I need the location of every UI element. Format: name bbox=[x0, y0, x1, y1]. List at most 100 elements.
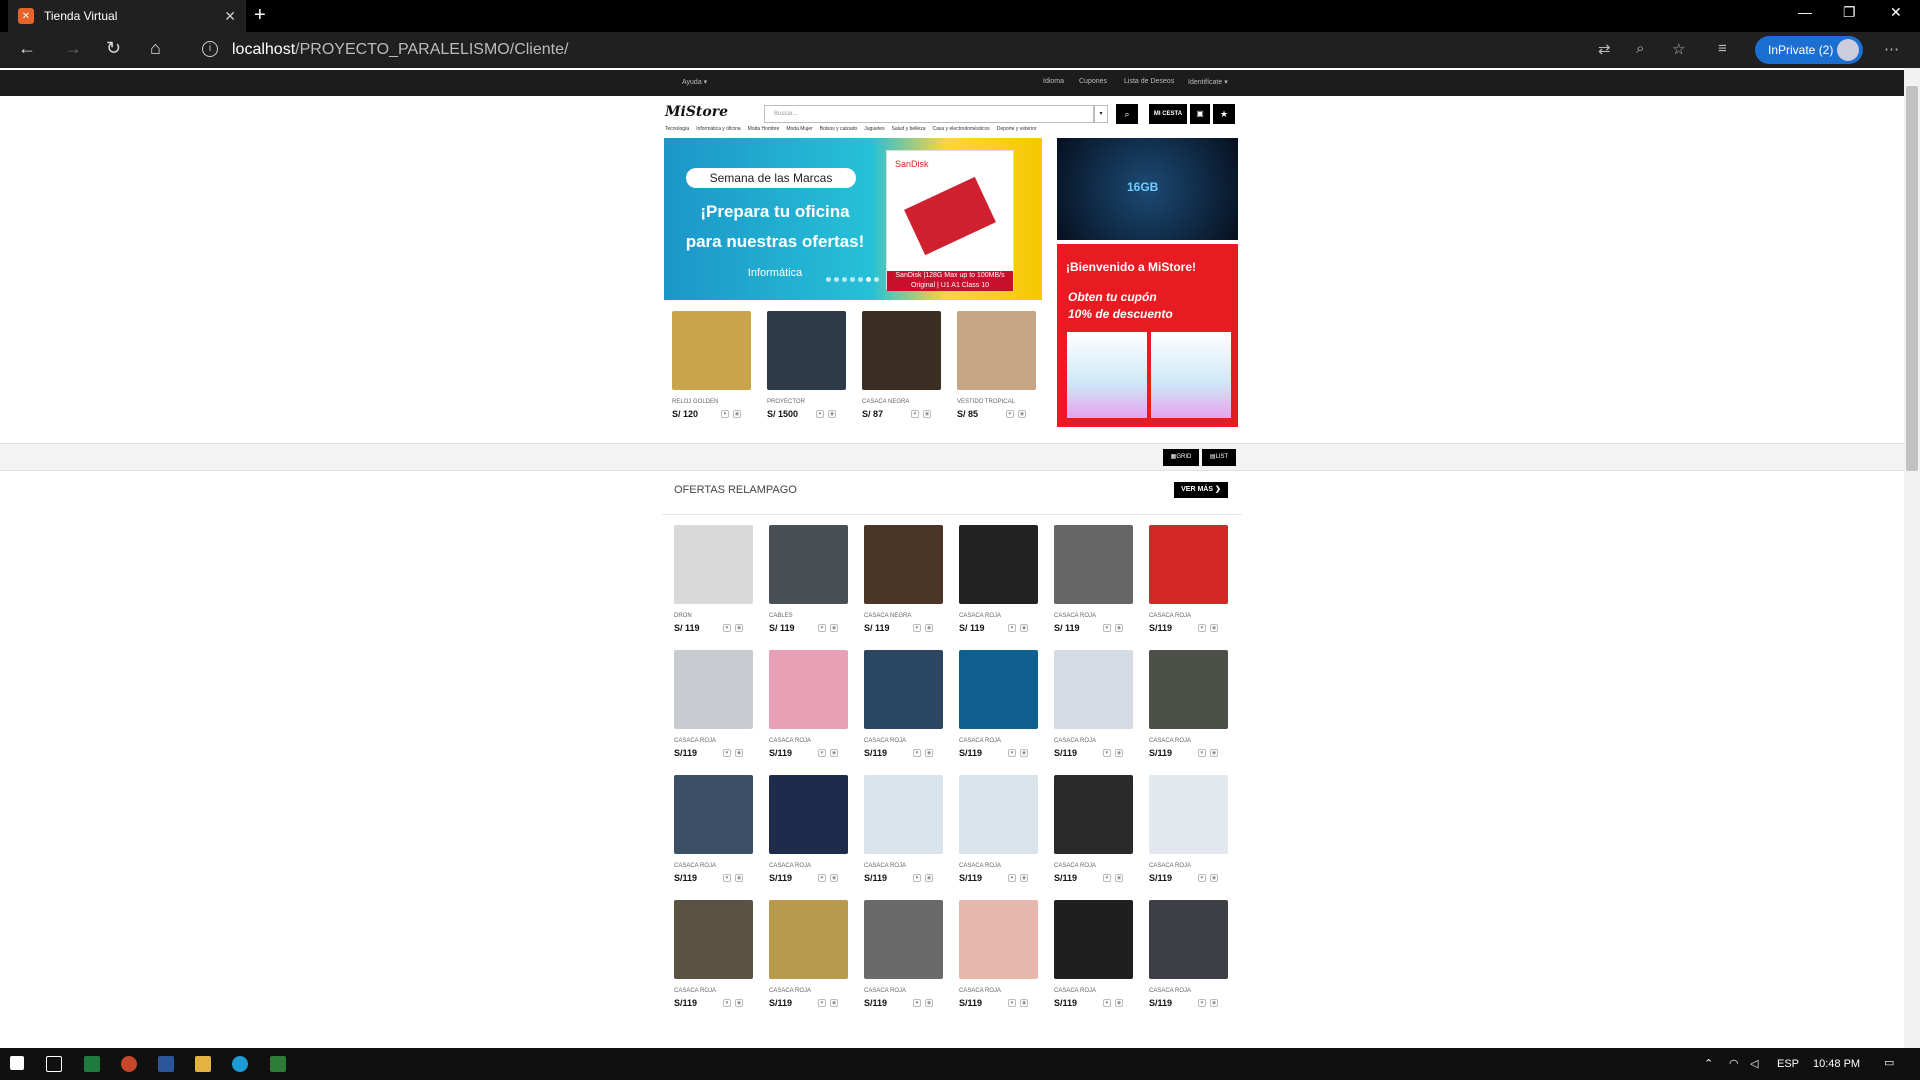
favorite-star-icon[interactable]: ☆ bbox=[1672, 40, 1685, 58]
category-link[interactable]: Salud y belleza bbox=[892, 126, 926, 132]
wishlist-heart-icon[interactable]: ♥ bbox=[1198, 749, 1206, 757]
quick-view-icon[interactable]: ◉ bbox=[735, 999, 743, 1007]
wifi-icon[interactable]: ◠ bbox=[1729, 1057, 1739, 1070]
wishlist-heart-icon[interactable]: ♥ bbox=[1008, 624, 1016, 632]
wishlist-heart-icon[interactable]: ♥ bbox=[913, 749, 921, 757]
edge-icon[interactable] bbox=[232, 1056, 248, 1072]
product-name[interactable]: CASACA ROJA bbox=[1149, 863, 1191, 869]
wishlist-heart-icon[interactable]: ♥ bbox=[818, 749, 826, 757]
favorites-icon[interactable]: ≡ bbox=[1718, 40, 1727, 57]
wishlist-heart-icon[interactable]: ♥ bbox=[1008, 999, 1016, 1007]
store-logo[interactable]: MiStore bbox=[665, 104, 728, 120]
see-more-button[interactable]: VER MÁS ❯ bbox=[1174, 482, 1228, 498]
product-image[interactable] bbox=[1054, 775, 1133, 854]
search-button[interactable]: ⌕ bbox=[1116, 104, 1138, 124]
quick-view-icon[interactable]: ◉ bbox=[735, 749, 743, 757]
grid-view-button[interactable]: ▦GRID bbox=[1163, 449, 1199, 466]
wishlist-heart-icon[interactable]: ♥ bbox=[911, 410, 919, 418]
scrollbar-thumb[interactable] bbox=[1906, 86, 1918, 471]
product-name[interactable]: CASACA NEGRA bbox=[864, 613, 911, 619]
memory-chip-banner[interactable]: 16GB bbox=[1057, 138, 1238, 240]
wishlist-heart-icon[interactable]: ♥ bbox=[818, 999, 826, 1007]
login-menu[interactable]: Identifícate ▾ bbox=[1188, 78, 1228, 86]
quick-view-icon[interactable]: ◉ bbox=[828, 410, 836, 418]
product-name[interactable]: CASACA ROJA bbox=[1054, 613, 1096, 619]
wishlist-heart-icon[interactable]: ♥ bbox=[818, 874, 826, 882]
quick-view-icon[interactable]: ◉ bbox=[830, 624, 838, 632]
wishlist-heart-icon[interactable]: ♥ bbox=[1103, 624, 1111, 632]
product-image[interactable] bbox=[1149, 525, 1228, 604]
translate-icon[interactable]: ⇄ bbox=[1598, 40, 1611, 58]
help-menu[interactable]: Ayuda ▾ bbox=[682, 78, 707, 86]
product-name[interactable]: CASACA ROJA bbox=[1054, 863, 1096, 869]
inprivate-button[interactable]: InPrivate (2) bbox=[1755, 36, 1863, 64]
product-name[interactable]: CASACA ROJA bbox=[1054, 988, 1096, 994]
new-tab-icon[interactable]: + bbox=[254, 4, 266, 27]
refresh-icon[interactable]: ↻ bbox=[106, 38, 121, 59]
language-link[interactable]: Idioma bbox=[1043, 78, 1064, 85]
product-name[interactable]: CASACA ROJA bbox=[959, 863, 1001, 869]
wishlist-heart-icon[interactable]: ♥ bbox=[723, 749, 731, 757]
product-image[interactable] bbox=[1149, 650, 1228, 729]
quick-view-icon[interactable]: ◉ bbox=[735, 624, 743, 632]
tray-chevron-icon[interactable]: ⌃ bbox=[1704, 1057, 1713, 1070]
category-link[interactable]: Casa y electrodomésticos bbox=[933, 126, 990, 132]
product-name[interactable]: CASACA ROJA bbox=[864, 988, 906, 994]
product-name[interactable]: CASACA ROJA bbox=[769, 738, 811, 744]
quick-view-icon[interactable]: ◉ bbox=[925, 624, 933, 632]
wishlist-heart-icon[interactable]: ♥ bbox=[913, 624, 921, 632]
list-view-button[interactable]: ▤LIST bbox=[1202, 449, 1236, 466]
product-image[interactable] bbox=[862, 311, 941, 390]
cart-button[interactable]: MI CESTA bbox=[1149, 104, 1187, 124]
wishlist-heart-icon[interactable]: ♥ bbox=[1103, 999, 1111, 1007]
quick-view-icon[interactable]: ◉ bbox=[925, 999, 933, 1007]
forward-icon[interactable]: → bbox=[64, 38, 82, 59]
quick-view-icon[interactable]: ◉ bbox=[1020, 624, 1028, 632]
wishlist-heart-icon[interactable]: ♥ bbox=[818, 624, 826, 632]
product-image[interactable] bbox=[957, 311, 1036, 390]
zoom-icon[interactable]: ⌕ bbox=[1636, 40, 1644, 57]
product-image[interactable] bbox=[959, 775, 1038, 854]
product-name[interactable]: CASACA ROJA bbox=[959, 988, 1001, 994]
wishlist-heart-icon[interactable]: ♥ bbox=[721, 410, 729, 418]
product-image[interactable] bbox=[1149, 775, 1228, 854]
windows-start-icon[interactable] bbox=[10, 1056, 24, 1070]
product-name[interactable]: RELOJ GOLDEN bbox=[672, 399, 718, 405]
coupons-link[interactable]: Cupones bbox=[1079, 78, 1107, 85]
restore-icon[interactable]: ❐ bbox=[1843, 4, 1856, 21]
product-name[interactable]: PROYECTOR bbox=[767, 399, 805, 405]
quick-view-icon[interactable]: ◉ bbox=[830, 749, 838, 757]
quick-view-icon[interactable]: ◉ bbox=[923, 410, 931, 418]
product-image[interactable] bbox=[769, 775, 848, 854]
category-link[interactable]: Moda Hombre bbox=[748, 126, 780, 132]
quick-view-icon[interactable]: ◉ bbox=[1115, 874, 1123, 882]
product-name[interactable]: CASACA ROJA bbox=[864, 738, 906, 744]
product-name[interactable]: CASACA ROJA bbox=[674, 863, 716, 869]
powerpoint-icon[interactable] bbox=[121, 1056, 137, 1072]
product-image[interactable] bbox=[864, 775, 943, 854]
cart-icon[interactable]: ▣ bbox=[1190, 104, 1210, 124]
quick-view-icon[interactable]: ◉ bbox=[830, 999, 838, 1007]
product-image[interactable] bbox=[864, 525, 943, 604]
quick-view-icon[interactable]: ◉ bbox=[1115, 999, 1123, 1007]
category-link[interactable]: Tecnología bbox=[665, 126, 689, 132]
product-name[interactable]: CASACA ROJA bbox=[1054, 738, 1096, 744]
quick-view-icon[interactable]: ◉ bbox=[1210, 999, 1218, 1007]
home-icon[interactable]: ⌂ bbox=[150, 38, 161, 59]
wishlist-heart-icon[interactable]: ♥ bbox=[723, 624, 731, 632]
product-image[interactable] bbox=[1054, 900, 1133, 979]
wishlist-heart-icon[interactable]: ♥ bbox=[1198, 874, 1206, 882]
site-info-icon[interactable]: i bbox=[202, 41, 218, 57]
minimize-icon[interactable]: — bbox=[1798, 4, 1812, 20]
hero-carousel[interactable]: Semana de las Marcas ¡Prepara tu oficina… bbox=[664, 138, 1042, 300]
quick-view-icon[interactable]: ◉ bbox=[1018, 410, 1026, 418]
wishlist-heart-icon[interactable]: ♥ bbox=[913, 874, 921, 882]
quick-view-icon[interactable]: ◉ bbox=[1020, 999, 1028, 1007]
product-image[interactable] bbox=[769, 525, 848, 604]
product-name[interactable]: CASACA ROJA bbox=[674, 738, 716, 744]
wishlist-heart-icon[interactable]: ♥ bbox=[1103, 874, 1111, 882]
product-name[interactable]: CASACA ROJA bbox=[674, 988, 716, 994]
file-explorer-icon[interactable] bbox=[195, 1056, 211, 1072]
quick-view-icon[interactable]: ◉ bbox=[1115, 624, 1123, 632]
wishlist-heart-icon[interactable]: ♥ bbox=[723, 874, 731, 882]
